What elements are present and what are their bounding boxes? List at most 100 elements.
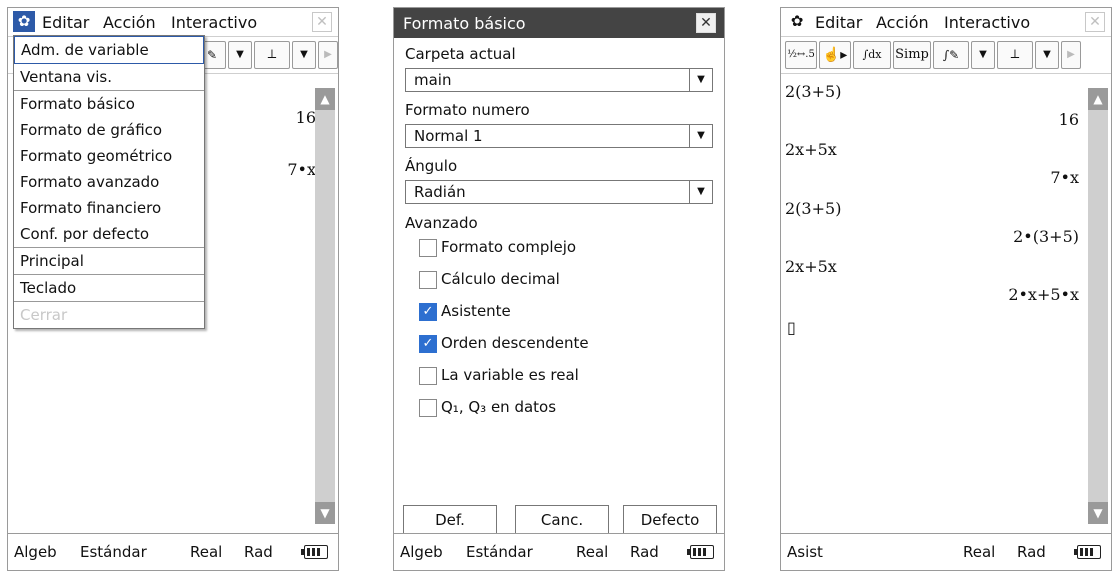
checkbox-box[interactable] xyxy=(419,271,437,289)
menu-item-formato-basico[interactable]: Formato básico xyxy=(14,90,204,117)
menu-item-adm-variable[interactable]: Adm. de variable xyxy=(14,36,204,64)
carpeta-label: Carpeta actual xyxy=(405,45,516,63)
status-format[interactable]: Estándar xyxy=(466,543,533,561)
simp-button[interactable]: Simp xyxy=(893,41,931,69)
status-angle[interactable]: Rad xyxy=(244,543,273,561)
status-mode[interactable]: Asist xyxy=(787,543,823,561)
checkbox-label: Q₁, Q₃ en datos xyxy=(441,398,557,416)
dialog-title-bar: Formato básico ✕ xyxy=(394,8,724,38)
status-real[interactable]: Real xyxy=(190,543,222,561)
checkbox-box[interactable] xyxy=(419,367,437,385)
hand-pointer-icon[interactable]: ☝▸ xyxy=(819,41,851,69)
status-bar: Algeb Estándar Real Rad xyxy=(8,533,338,570)
scrollbar[interactable]: ▲ ▼ xyxy=(315,88,335,524)
chevron-down-icon[interactable]: ▼ xyxy=(689,69,712,91)
scrollbar[interactable]: ▲ ▼ xyxy=(1088,88,1108,524)
menu-item-conf-defecto[interactable]: Conf. por defecto xyxy=(14,221,204,247)
settings-menu: Adm. de variable Ventana vis. Formato bá… xyxy=(13,35,205,329)
input-line-4[interactable]: 2x+5x xyxy=(785,257,837,276)
checkbox-label: Formato complejo xyxy=(441,238,577,256)
toolbar-dropdown-icon[interactable]: ▼ xyxy=(228,41,252,69)
scroll-right-icon[interactable]: ▶ xyxy=(1061,41,1081,69)
cancel-button[interactable]: Canc. xyxy=(515,505,609,535)
settings-gear-icon[interactable]: ✿ xyxy=(786,11,808,32)
output-line-4: 2•x+5•x xyxy=(1008,285,1079,304)
menu-accion[interactable]: Acción xyxy=(876,13,929,32)
work-area[interactable]: 2(3+5) 16 2x+5x 7•x 2(3+5) 2•(3+5) 2x+5x… xyxy=(781,74,1111,532)
toolbar-dropdown-icon[interactable]: ▼ xyxy=(971,41,995,69)
status-angle[interactable]: Rad xyxy=(1017,543,1046,561)
derivative-integral-icon[interactable]: ∫dx xyxy=(853,41,891,69)
status-angle[interactable]: Rad xyxy=(630,543,659,561)
result-1: 16 xyxy=(295,108,316,127)
status-real[interactable]: Real xyxy=(963,543,995,561)
menu-item-teclado[interactable]: Teclado xyxy=(14,274,204,301)
status-bar: Asist Real Rad xyxy=(781,533,1111,570)
menu-interactivo[interactable]: Interactivo xyxy=(944,13,1030,32)
fraction-decimal-icon[interactable]: ½↔.5 xyxy=(785,41,817,69)
toolbar: ½↔.5 ☝▸ ∫dx Simp ∫✎ ▼ ⟂ ▼ ▶ xyxy=(781,37,1111,74)
menu-editar[interactable]: Editar xyxy=(815,13,862,32)
battery-icon xyxy=(1074,545,1101,559)
settings-gear-icon[interactable]: ✿ xyxy=(13,11,35,32)
chevron-down-icon[interactable]: ▼ xyxy=(689,181,712,203)
input-cursor[interactable]: ▯ xyxy=(787,318,796,337)
formato-value: Normal 1 xyxy=(414,127,483,145)
graph-icon[interactable]: ⟂ xyxy=(254,41,290,69)
toolbar-dropdown2-icon[interactable]: ▼ xyxy=(292,41,316,69)
dialog-body: Carpeta actual main ▼ Formato numero Nor… xyxy=(394,38,724,532)
input-line-1[interactable]: 2(3+5) xyxy=(785,82,841,101)
check-icon[interactable]: ✓ xyxy=(419,303,437,321)
close-icon[interactable]: ✕ xyxy=(312,12,332,32)
carpeta-select[interactable]: main ▼ xyxy=(405,68,713,92)
menu-accion[interactable]: Acción xyxy=(103,13,156,32)
menu-item-formato-avanzado[interactable]: Formato avanzado xyxy=(14,169,204,195)
carpeta-value: main xyxy=(414,71,452,89)
menu-item-formato-geometrico[interactable]: Formato geométrico xyxy=(14,143,204,169)
checkbox-box[interactable] xyxy=(419,239,437,257)
avanzado-label: Avanzado xyxy=(405,214,478,232)
scroll-up-icon[interactable]: ▲ xyxy=(315,88,335,110)
menu-interactivo[interactable]: Interactivo xyxy=(171,13,257,32)
menu-editar[interactable]: Editar xyxy=(42,13,89,32)
menu-item-ventana-vis[interactable]: Ventana vis. xyxy=(14,64,204,90)
status-format[interactable]: Estándar xyxy=(80,543,147,561)
menu-item-formato-financiero[interactable]: Formato financiero xyxy=(14,195,204,221)
checkbox-box[interactable] xyxy=(419,399,437,417)
status-mode[interactable]: Algeb xyxy=(400,543,443,561)
angulo-value: Radián xyxy=(414,183,466,201)
output-line-1: 16 xyxy=(1058,110,1079,129)
scroll-down-icon[interactable]: ▼ xyxy=(315,502,335,524)
close-icon[interactable]: ✕ xyxy=(1085,12,1105,32)
scroll-down-icon[interactable]: ▼ xyxy=(1088,502,1108,524)
defecto-button[interactable]: Defecto xyxy=(623,505,717,535)
result-2: 7•x xyxy=(287,160,316,179)
integral-edit-icon[interactable]: ∫✎ xyxy=(933,41,969,69)
scroll-up-icon[interactable]: ▲ xyxy=(1088,88,1108,110)
angulo-label: Ángulo xyxy=(405,157,458,175)
graph-icon[interactable]: ⟂ xyxy=(997,41,1033,69)
status-bar: Algeb Estándar Real Rad xyxy=(394,533,724,570)
menu-item-principal[interactable]: Principal xyxy=(14,247,204,274)
input-line-3[interactable]: 2(3+5) xyxy=(785,199,841,218)
screen-main-assistant: ✿ Editar Acción Interactivo ✕ ½↔.5 ☝▸ ∫d… xyxy=(780,7,1112,571)
menu-item-cerrar: Cerrar xyxy=(14,301,204,328)
dialog-title: Formato básico xyxy=(403,14,526,33)
checkbox-label: La variable es real xyxy=(441,366,579,384)
status-mode[interactable]: Algeb xyxy=(14,543,57,561)
menu-item-formato-grafico[interactable]: Formato de gráfico xyxy=(14,117,204,143)
screen-main-menu: ✿ Editar Acción Interactivo ✕ ✎ ▼ ⟂ ▼ ▶ … xyxy=(7,7,339,571)
status-real[interactable]: Real xyxy=(576,543,608,561)
formato-label: Formato numero xyxy=(405,101,530,119)
menu-bar: ✿ Editar Acción Interactivo ✕ xyxy=(8,8,338,37)
toolbar-dropdown2-icon[interactable]: ▼ xyxy=(1035,41,1059,69)
input-line-2[interactable]: 2x+5x xyxy=(785,140,837,159)
output-line-2: 7•x xyxy=(1050,168,1079,187)
def-button[interactable]: Def. xyxy=(403,505,497,535)
chevron-down-icon[interactable]: ▼ xyxy=(689,125,712,147)
formato-select[interactable]: Normal 1 ▼ xyxy=(405,124,713,148)
check-icon[interactable]: ✓ xyxy=(419,335,437,353)
close-icon[interactable]: ✕ xyxy=(696,13,716,33)
scroll-right-icon[interactable]: ▶ xyxy=(318,41,338,69)
angulo-select[interactable]: Radián ▼ xyxy=(405,180,713,204)
